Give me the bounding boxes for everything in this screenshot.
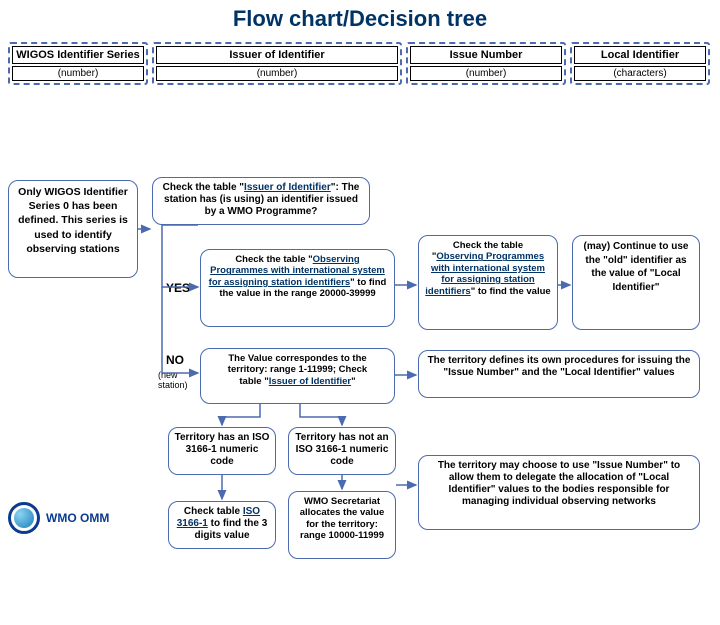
wmo-text: WMO OMM	[46, 511, 109, 525]
page-title: Flow chart/Decision tree	[0, 0, 720, 42]
label-new-station: (new station)	[158, 370, 188, 390]
box-issue-check: Check the table "Observing Programmes wi…	[418, 235, 558, 330]
col-header-0: WIGOS Identifier Series	[12, 46, 144, 64]
box-yes-observing: Check the table "Observing Programmes wi…	[200, 249, 395, 327]
col-sub-1: (number)	[156, 66, 398, 81]
column-headers: WIGOS Identifier Series (number) Issuer …	[0, 42, 720, 85]
box-iso-no: Territory has not an ISO 3166-1 numeric …	[288, 427, 396, 475]
label-no: NO	[166, 353, 184, 367]
col-sub-3: (characters)	[574, 66, 706, 81]
col-header-2: Issue Number	[410, 46, 562, 64]
col-sub-0: (number)	[12, 66, 144, 81]
box-wmo-secretariat: WMO Secretariat allocates the value for …	[288, 491, 396, 559]
box-no-territory: The Value correspondes to the territory:…	[200, 348, 395, 404]
col-header-3: Local Identifier	[574, 46, 706, 64]
box-issuer-question: Check the table "Issuer of Identifier": …	[152, 177, 370, 225]
box-wigos-series: Only WIGOS Identifier Series 0 has been …	[8, 180, 138, 278]
box-local-old: (may) Continue to use the "old" identifi…	[572, 235, 700, 330]
wmo-logo: WMO OMM	[8, 502, 109, 534]
box-iso-check: Check table ISO 3166-1 to find the 3 dig…	[168, 501, 276, 549]
globe-icon	[8, 502, 40, 534]
box-territory-choose: The territory may choose to use "Issue N…	[418, 455, 700, 530]
label-yes: YES	[166, 281, 190, 295]
box-iso-yes: Territory has an ISO 3166-1 numeric code	[168, 427, 276, 475]
col-sub-2: (number)	[410, 66, 562, 81]
col-header-1: Issuer of Identifier	[156, 46, 398, 64]
box-territory-defines: The territory defines its own procedures…	[418, 350, 700, 398]
